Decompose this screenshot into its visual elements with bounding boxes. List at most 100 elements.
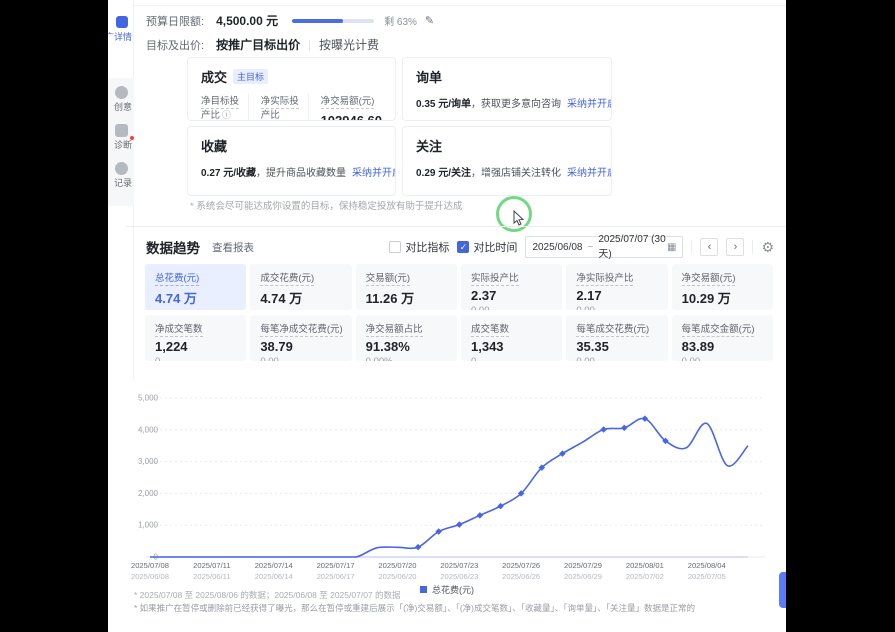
budget-progress-fill <box>292 19 343 23</box>
goal-card-favorite[interactable]: 收藏 0.27 元/收藏，提升商品收藏数量采纳并开启 <box>187 126 396 196</box>
sidebar-item-label: 记录 <box>114 176 132 189</box>
metric-card-9[interactable]: 净交易额占比 91.38% 0.00% <box>356 315 457 361</box>
metric-compare-value: 0.00 <box>366 309 447 310</box>
compare-metric-checkbox[interactable] <box>389 241 401 253</box>
metric-value: 38.79 <box>260 339 341 354</box>
controls-divider-2 <box>752 240 753 254</box>
inquiry-adopt-link[interactable]: 采纳并开启 <box>567 99 612 110</box>
metric-compare-value: 0.00% <box>366 356 447 361</box>
x-tick-secondary: 2025/06/20 <box>378 572 416 581</box>
metric-compare-value: 0 <box>155 356 236 361</box>
goal-cards-grid: 成交 主目标 净目标投产比ⓘ 2.45✎ 净实际投产比 2.17 净交易额(元)… <box>187 57 613 196</box>
legend-swatch <box>420 586 427 593</box>
metric-card-7[interactable]: 净成交笔数1,2240 <box>145 315 246 361</box>
tab-bid-by-impression[interactable]: 按曝光计费 <box>319 36 379 53</box>
inquiry-title: 询单 <box>416 67 598 86</box>
goal-card-deal[interactable]: 成交 主目标 净目标投产比ⓘ 2.45✎ 净实际投产比 2.17 净交易额(元)… <box>187 57 396 121</box>
metric-label: 净交易额占比 <box>366 321 447 335</box>
metric-label: 净成交笔数 <box>155 321 236 335</box>
prev-period-button[interactable]: ‹ <box>700 238 718 256</box>
floating-panel-handle[interactable] <box>779 572 786 608</box>
data-point-marker[interactable] <box>456 521 463 528</box>
x-tick-secondary: 2025/06/26 <box>502 572 540 581</box>
tab-divider: | <box>308 39 311 51</box>
y-tick-label: 1,000 <box>138 521 159 530</box>
metric-compare-value: 0.00 <box>155 309 236 310</box>
metric-value: 91.38% <box>366 339 447 354</box>
metric-card-3[interactable]: 交易额(元)11.26 万0.00 <box>356 264 457 310</box>
metric-value: 83.89 <box>682 339 763 354</box>
metric-value: 10.29 万 <box>682 288 763 307</box>
gear-icon[interactable]: ⚙ <box>761 239 774 256</box>
tab-bid-by-goal[interactable]: 按推广目标出价 <box>216 36 300 53</box>
deal-title: 成交 <box>201 67 227 86</box>
info-icon[interactable]: ⓘ <box>222 110 231 120</box>
x-tick-primary: 2025/08/04 <box>688 561 726 570</box>
metric-label: 交易额(元) <box>366 270 447 284</box>
metric-card-5[interactable]: 净实际投产比2.170.00 <box>566 264 667 310</box>
deal-metric-net-target-roi: 净目标投产比ⓘ 2.45✎ <box>201 93 248 121</box>
bidding-row: 目标及出价: 按推广目标出价 | 按曝光计费 <box>146 36 379 53</box>
date-range-picker[interactable]: 2025/06/08 ~ 2025/07/07 (30天) ▦ <box>525 236 683 258</box>
controls-divider <box>691 240 692 254</box>
metric-compare-value: 0.00 <box>260 356 341 361</box>
metric-card-1[interactable]: 总花费(元)4.74 万0.00 <box>145 264 246 310</box>
metric-cards-grid: 总花费(元)4.74 万0.00成交花费(元)4.74 万0.00交易额(元)1… <box>145 264 773 361</box>
budget-edit-icon[interactable]: ✎ <box>425 14 434 27</box>
metric-label: 实际投产比 <box>471 270 552 284</box>
series-line-总花费(元) <box>150 418 748 557</box>
metric-value: 35.35 <box>576 339 657 354</box>
goal-card-inquiry[interactable]: 询单 0.35 元/询单，获取更多意向咨询采纳并开启 <box>402 57 612 121</box>
primary-goal-badge: 主目标 <box>233 69 268 84</box>
favorite-adopt-link[interactable]: 采纳并开启 <box>352 168 396 179</box>
metric-card-4[interactable]: 实际投产比 2.37 0.00 <box>461 264 562 310</box>
metric-compare-value: 0.00 <box>260 309 341 310</box>
section-divider <box>126 226 786 227</box>
deal-metric-net-gmv: 净交易额(元) 102946.60 <box>308 93 382 121</box>
metric-compare-value: 0.00 <box>471 305 552 310</box>
budget-row: 预算日限额: 4,500.00 元 剩 63% ✎ <box>146 12 434 29</box>
compare-time-checkbox-group[interactable]: ✓ 对比时间 <box>457 239 517 255</box>
compare-metric-checkbox-group[interactable]: 对比指标 <box>389 239 449 255</box>
x-tick-primary: 2025/07/11 <box>193 561 230 570</box>
view-report-link[interactable]: 查看报表 <box>212 240 254 255</box>
chart-footnote-periods: * 2025/07/08 至 2025/08/06 的数据；2025/06/08… <box>134 589 401 601</box>
data-point-marker[interactable] <box>600 426 607 433</box>
metric-value: 4.74 万 <box>260 288 341 307</box>
x-tick-secondary: 2025/07/05 <box>688 572 726 581</box>
metric-card-2[interactable]: 成交花费(元) 4.74 万 0.00 <box>250 264 351 310</box>
follow-adopt-link[interactable]: 采纳并开启 <box>567 168 612 179</box>
compare-time-checkbox[interactable]: ✓ <box>457 241 469 253</box>
metric-value: 1,343 <box>471 339 552 354</box>
next-period-button[interactable]: › <box>726 238 744 256</box>
x-tick-primary: 2025/07/14 <box>255 561 293 570</box>
metric-label: 成交笔数 <box>471 321 552 335</box>
y-tick-label: 3,000 <box>138 457 159 466</box>
favorite-title: 收藏 <box>201 136 382 155</box>
calendar-icon: ▦ <box>667 242 676 253</box>
sidebar-item-label: 广详情 <box>108 30 132 43</box>
metric-label: 成交花费(元) <box>260 270 341 284</box>
data-point-marker[interactable] <box>497 503 504 510</box>
data-point-marker[interactable] <box>642 415 649 422</box>
legend-label: 总花费(元) <box>432 585 474 595</box>
x-tick-primary: 2025/07/17 <box>317 561 355 570</box>
x-tick-secondary: 2025/07/02 <box>626 572 664 581</box>
metric-card-10[interactable]: 成交笔数1,3430 <box>461 315 562 361</box>
budget-value: 4,500.00 元 <box>216 12 278 29</box>
data-point-marker[interactable] <box>415 544 422 551</box>
metric-value: 2.37 <box>471 288 552 303</box>
follow-title: 关注 <box>416 136 598 155</box>
x-tick-primary: 2025/07/23 <box>440 561 478 570</box>
data-point-marker[interactable] <box>477 512 484 519</box>
metric-card-12[interactable]: 每笔成交金额(元)83.890.00 <box>672 315 773 361</box>
metric-card-6[interactable]: 净交易额(元)10.29 万0.00 <box>672 264 773 310</box>
metric-label: 净实际投产比 <box>576 270 657 284</box>
mouse-cursor-icon <box>512 210 526 226</box>
x-tick-secondary: 2025/06/14 <box>255 572 293 581</box>
metric-compare-value: 0.00 <box>682 356 763 361</box>
metric-card-11[interactable]: 每笔成交花费(元)35.350.00 <box>566 315 667 361</box>
metric-card-8[interactable]: 每笔净成交花费(元)38.790.00 <box>250 315 351 361</box>
x-tick-primary: 2025/08/01 <box>626 561 664 570</box>
goal-card-follow[interactable]: 关注 0.29 元/关注，增强店铺关注转化采纳并开启 <box>402 126 612 196</box>
